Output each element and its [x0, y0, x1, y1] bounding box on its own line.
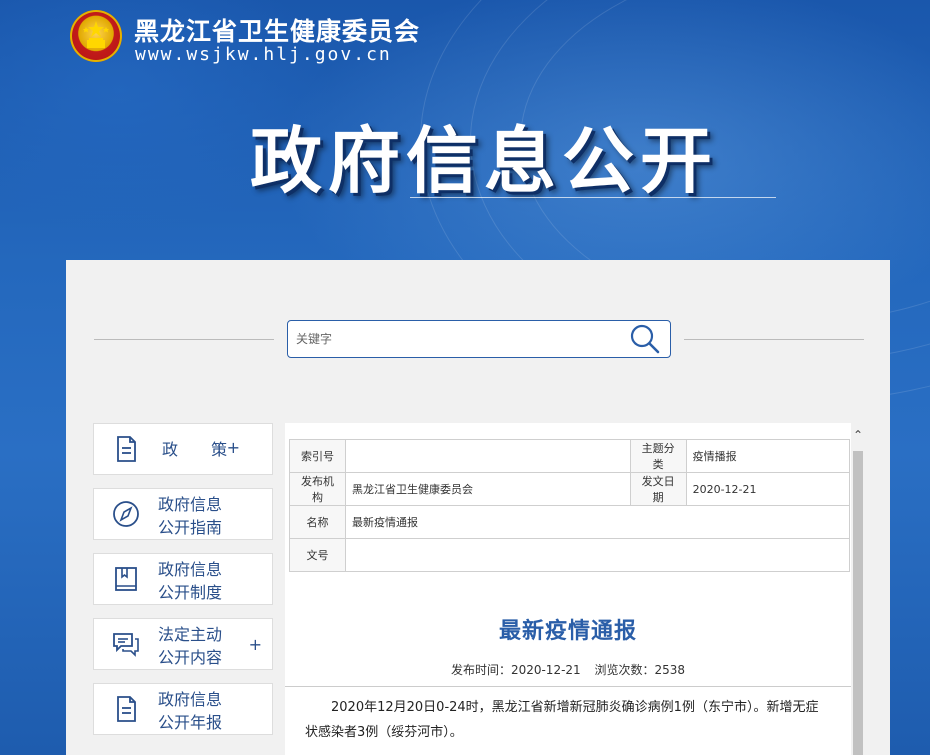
org-label: 发布机构	[289, 472, 346, 506]
date-value: 2020-12-21	[685, 472, 851, 506]
name-value: 最新疫情通报	[345, 505, 850, 539]
expand-plus-icon[interactable]: +	[227, 438, 240, 457]
index-label: 索引号	[289, 439, 346, 473]
table-row: 名称 最新疫情通报	[289, 505, 850, 539]
label-line-1: 政府信息	[158, 690, 223, 709]
label-line-1: 政府信息	[158, 560, 223, 579]
name-label: 名称	[289, 505, 346, 539]
document-icon	[117, 696, 136, 722]
site-url[interactable]: www.wsjkw.hlj.gov.cn	[135, 44, 392, 65]
scroll-up-icon[interactable]: ⌃	[851, 429, 865, 441]
sidebar-item-statutory-content[interactable]: 法定主动 公开内容 +	[93, 618, 273, 670]
document-meta-table: 索引号 主题分类 疫情播报 发布机构 黑龙江省卫生健康委员会 发文日期 2020…	[289, 439, 851, 572]
label-line-1: 政府信息	[158, 495, 223, 514]
article-divider	[285, 686, 851, 687]
page-title: 政府信息公开	[250, 119, 719, 203]
sidebar-item-label: 政府信息 公开指南	[158, 493, 222, 539]
search-divider-left	[94, 339, 274, 340]
label-line-2: 公开指南	[158, 518, 223, 537]
publish-time: 发布时间：2020-12-21	[450, 663, 581, 677]
sidebar-item-label: 法定主动 公开内容	[158, 623, 222, 669]
org-value: 黑龙江省卫生健康委员会	[345, 472, 631, 506]
document-icon	[117, 436, 136, 462]
table-row: 文号	[289, 538, 850, 572]
heading-divider	[410, 197, 776, 198]
search-icon[interactable]	[628, 323, 662, 355]
chat-icon	[113, 633, 139, 657]
topic-label: 主题分类	[629, 439, 687, 473]
search-divider-right	[684, 339, 864, 340]
label-line-2: 公开制度	[158, 583, 223, 602]
article-meta: 发布时间：2020-12-21 浏览次数：2538	[285, 661, 851, 678]
table-row: 索引号 主题分类 疫情播报	[289, 439, 851, 473]
scroll-thumb[interactable]	[853, 451, 863, 755]
national-emblem-icon	[70, 10, 122, 62]
sidebar-item-annual-report[interactable]: 政府信息 公开年报	[93, 683, 273, 735]
site-name: 黑龙江省卫生健康委员会	[134, 17, 421, 46]
search-input[interactable]	[294, 327, 618, 351]
search-box	[287, 320, 671, 358]
sidebar: 政 策 + 政府信息 公开指南 政府信息 公开制度 法定主动 公开内容 + 政府…	[93, 423, 273, 748]
topic-value: 疫情播报	[685, 439, 851, 473]
index-value	[345, 439, 631, 473]
label-line-2: 公开年报	[158, 713, 223, 732]
sidebar-item-disclosure-system[interactable]: 政府信息 公开制度	[93, 553, 273, 605]
sidebar-item-label: 政府信息 公开制度	[158, 558, 222, 604]
main-panel: 政 策 + 政府信息 公开指南 政府信息 公开制度	[66, 260, 890, 755]
label-line-2: 公开内容	[158, 648, 223, 667]
label-line-1: 法定主动	[158, 625, 223, 644]
date-label: 发文日期	[629, 472, 687, 506]
docno-value	[345, 538, 850, 572]
sidebar-item-policy[interactable]: 政 策 +	[93, 423, 273, 475]
view-count: 浏览次数：2538	[594, 663, 686, 677]
sidebar-item-disclosure-guide[interactable]: 政府信息 公开指南	[93, 488, 273, 540]
expand-plus-icon[interactable]: +	[249, 635, 262, 654]
article-title: 最新疫情通报	[498, 619, 637, 644]
article-body: 2020年12月20日0-24时，黑龙江省新增新冠肺炎确诊病例1例（东宁市）。新…	[305, 700, 819, 740]
content-scrollbar[interactable]: ⌃	[851, 423, 865, 755]
sidebar-item-label: 政府信息 公开年报	[158, 688, 222, 734]
article-content: 索引号 主题分类 疫情播报 发布机构 黑龙江省卫生健康委员会 发文日期 2020…	[285, 423, 851, 755]
table-row: 发布机构 黑龙江省卫生健康委员会 发文日期 2020-12-21	[289, 472, 851, 506]
book-icon	[115, 567, 137, 591]
compass-icon	[113, 501, 139, 527]
docno-label: 文号	[289, 538, 346, 572]
